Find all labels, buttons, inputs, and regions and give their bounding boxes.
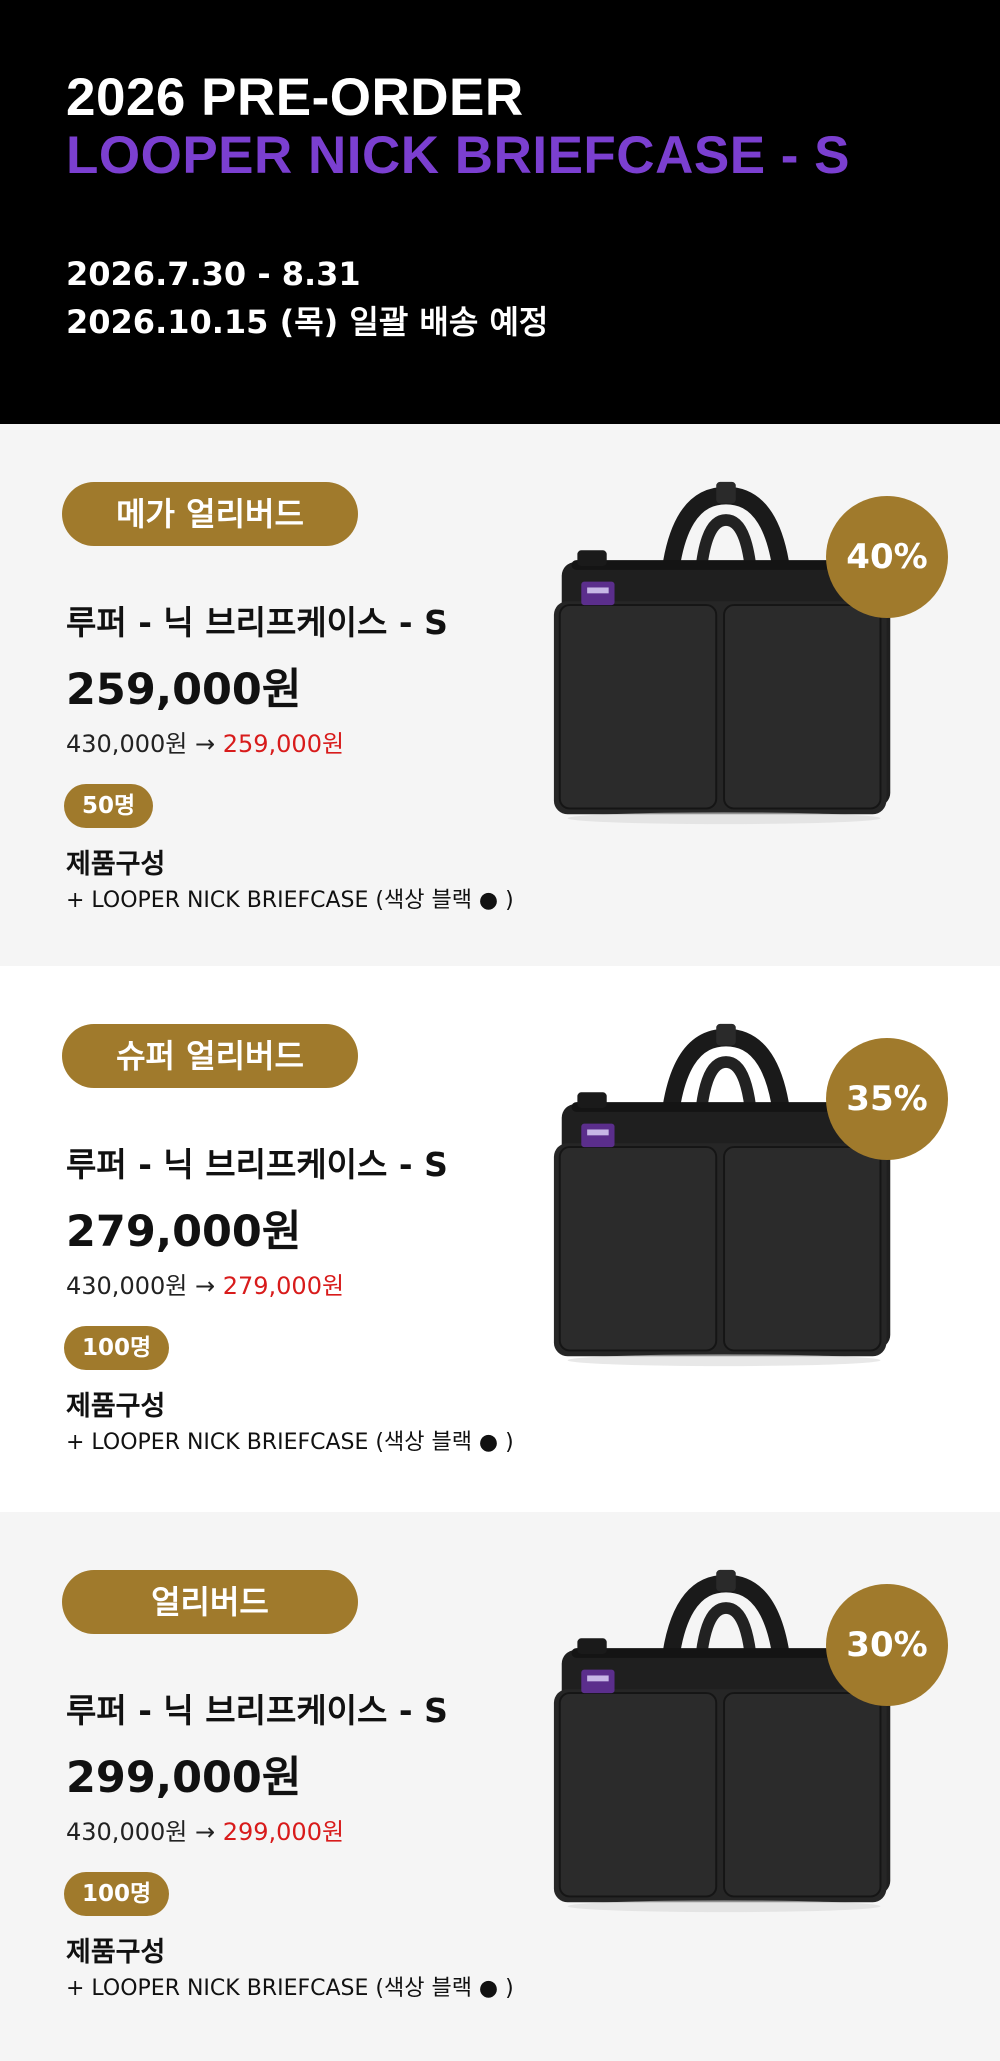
composition-item: + LOOPER NICK BRIEFCASE (색상 블랙 ● ) [66, 888, 514, 913]
product-price: 259,000원 [66, 665, 302, 715]
sale-price: 299,000원 [222, 1818, 345, 1846]
original-price: 430,000원 [66, 1818, 188, 1846]
arrow-icon: → [194, 1272, 216, 1300]
product-name: 루퍼 - 닉 브리프케이스 - S [66, 1145, 448, 1184]
product-name: 루퍼 - 닉 브리프케이스 - S [66, 603, 448, 642]
product-price: 279,000원 [66, 1207, 302, 1257]
preorder-period: 2026.7.30 - 8.31 [66, 255, 361, 293]
discount-badge: 35% [826, 1038, 948, 1160]
sale-price: 279,000원 [222, 1272, 345, 1300]
arrow-icon: → [194, 1818, 216, 1846]
product-price: 299,000원 [66, 1753, 302, 1803]
tier-badge: 슈퍼 얼리버드 [62, 1024, 358, 1088]
composition-item: + LOOPER NICK BRIEFCASE (색상 블랙 ● ) [66, 1430, 514, 1455]
composition-title: 제품구성 [66, 1937, 166, 1968]
hero-title: 2026 PRE-ORDER [66, 68, 524, 127]
quantity-badge: 100명 [64, 1872, 170, 1916]
tier-badge: 메가 얼리버드 [62, 482, 358, 546]
sale-price: 259,000원 [222, 730, 345, 758]
price-comparison: 430,000원 → 259,000원 [66, 728, 344, 760]
original-price: 430,000원 [66, 1272, 188, 1300]
product-name: 루퍼 - 닉 브리프케이스 - S [66, 1691, 448, 1730]
discount-badge: 40% [826, 496, 948, 618]
quantity-badge: 100명 [64, 1326, 170, 1370]
delivery-date: 2026.10.15 (목) 일괄 배송 예정 [66, 303, 549, 341]
composition-title: 제품구성 [66, 849, 166, 880]
composition-item: + LOOPER NICK BRIEFCASE (색상 블랙 ● ) [66, 1976, 514, 2001]
tier-mega-early-bird: 메가 얼리버드 루퍼 - 닉 브리프케이스 - S 259,000원 430,0… [0, 424, 1000, 966]
tier-early-bird: 얼리버드 루퍼 - 닉 브리프케이스 - S 299,000원 430,000원… [0, 1512, 1000, 2061]
arrow-icon: → [194, 730, 216, 758]
tier-badge: 얼리버드 [62, 1570, 358, 1634]
quantity-badge: 50명 [64, 784, 154, 828]
price-comparison: 430,000원 → 279,000원 [66, 1270, 344, 1302]
price-comparison: 430,000원 → 299,000원 [66, 1816, 344, 1848]
discount-badge: 30% [826, 1584, 948, 1706]
original-price: 430,000원 [66, 730, 188, 758]
hero-product-title: LOOPER NICK BRIEFCASE - S [66, 126, 851, 185]
tier-super-early-bird: 슈퍼 얼리버드 루퍼 - 닉 브리프케이스 - S 279,000원 430,0… [0, 966, 1000, 1512]
composition-title: 제품구성 [66, 1391, 166, 1422]
hero-banner: 2026 PRE-ORDER LOOPER NICK BRIEFCASE - S… [0, 0, 1000, 424]
